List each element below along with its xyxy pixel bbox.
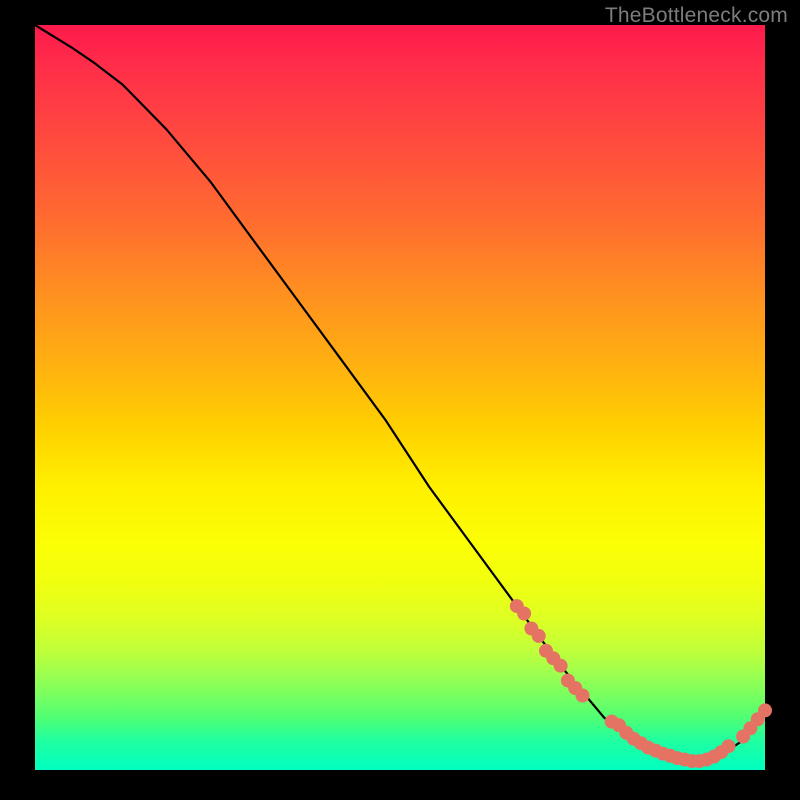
marker-dot — [517, 607, 531, 621]
curve-line — [35, 25, 765, 763]
marker-dot — [722, 739, 736, 753]
chart-overlay — [35, 25, 765, 770]
curve-markers — [510, 599, 772, 768]
marker-dot — [554, 659, 568, 673]
watermark-text: TheBottleneck.com — [605, 4, 788, 28]
marker-dot — [758, 703, 772, 717]
marker-dot — [532, 629, 546, 643]
marker-dot — [576, 689, 590, 703]
